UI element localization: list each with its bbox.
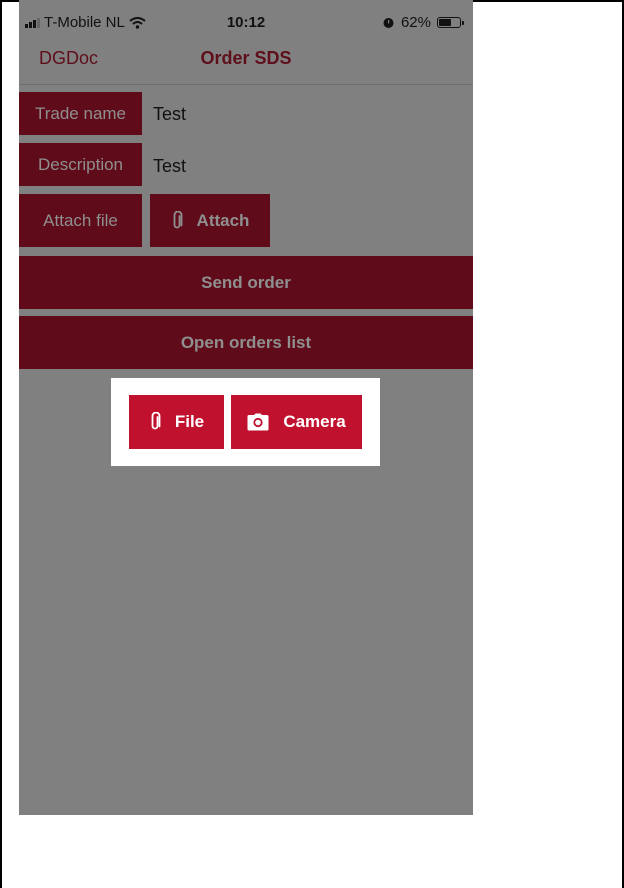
paperclip-icon xyxy=(171,210,183,231)
description-label: Description xyxy=(19,143,142,186)
battery-percent: 62% xyxy=(400,14,431,31)
attach-button-label: Attach xyxy=(196,210,250,230)
battery-fill xyxy=(439,19,451,26)
file-button-label: File xyxy=(174,412,205,431)
trade-name-field[interactable]: Test xyxy=(153,104,186,125)
attach-button[interactable]: Attach xyxy=(150,194,270,247)
description-field[interactable]: Test xyxy=(153,156,186,177)
camera-button-label: Camera xyxy=(283,412,346,431)
phone-screen: T-Mobile NL 10:12 62% DGDoc Order SDS Tr… xyxy=(19,0,473,815)
status-bar: T-Mobile NL 10:12 62% xyxy=(19,0,473,46)
open-orders-list-button[interactable]: Open orders list xyxy=(19,316,473,369)
attach-file-label: Attach file xyxy=(19,194,142,247)
navigation-bar: DGDoc Order SDS xyxy=(19,46,473,85)
document-page: T-Mobile NL 10:12 62% DGDoc Order SDS Tr… xyxy=(0,0,624,888)
paperclip-icon xyxy=(149,412,161,432)
status-right: 62% xyxy=(382,14,464,31)
alarm-icon xyxy=(382,16,395,29)
trade-name-label: Trade name xyxy=(19,92,142,135)
send-order-button[interactable]: Send order xyxy=(19,256,473,309)
camera-button[interactable]: Camera xyxy=(231,395,362,449)
camera-icon xyxy=(247,413,269,431)
page-title: Order SDS xyxy=(200,48,292,68)
attach-source-popup: File Camera xyxy=(111,378,380,466)
battery-icon xyxy=(437,17,464,28)
file-button[interactable]: File xyxy=(129,395,224,449)
frame-border-left xyxy=(0,0,2,888)
